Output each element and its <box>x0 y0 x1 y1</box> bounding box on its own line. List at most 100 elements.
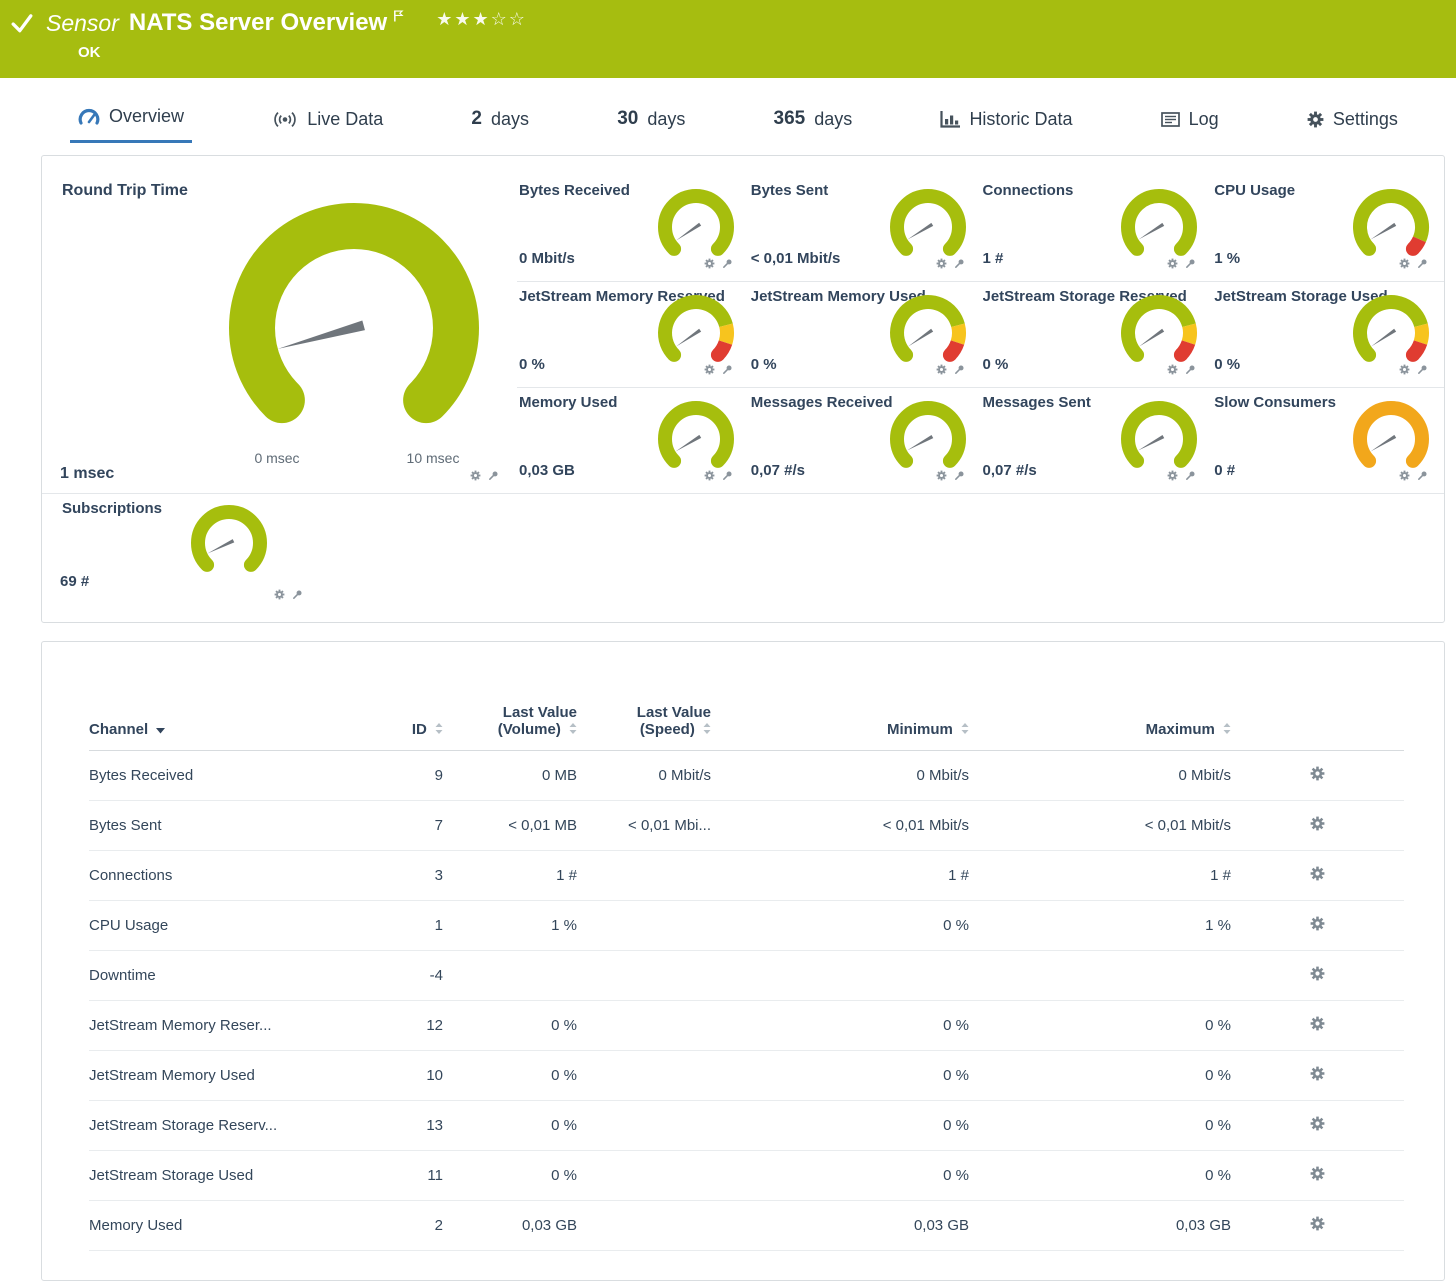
channel-settings-gear-icon[interactable] <box>1310 1166 1325 1181</box>
tab-historic-data[interactable]: Historic Data <box>932 109 1080 143</box>
gauge-pin-icon[interactable] <box>1185 258 1196 269</box>
star-filled-icon[interactable]: ★ <box>473 9 491 29</box>
gauge-pin-icon[interactable] <box>1417 258 1428 269</box>
gauge-jetstream-storage-used: JetStream Storage Used0 % <box>1212 282 1444 388</box>
gauge-pin-icon[interactable] <box>292 589 303 600</box>
gauge-pin-icon[interactable] <box>722 364 733 375</box>
gauge-pin-icon[interactable] <box>488 470 499 481</box>
cell-id: 11 <box>381 1151 443 1201</box>
column-header-lvv[interactable]: Last Value(Volume) <box>443 698 577 751</box>
cell-channel[interactable]: JetStream Storage Used <box>89 1151 381 1201</box>
gauge-value: 0,07 #/s <box>983 462 1037 479</box>
gauge-pin-icon[interactable] <box>1417 364 1428 375</box>
channel-settings-gear-icon[interactable] <box>1310 1066 1325 1081</box>
gauge-pin-icon[interactable] <box>954 364 965 375</box>
gauge-settings-gear-icon[interactable] <box>936 258 947 269</box>
page-title: NATS Server Overview <box>129 9 387 37</box>
gauge-settings-gear-icon[interactable] <box>1399 258 1410 269</box>
cell-id: 10 <box>381 1051 443 1101</box>
gauge-settings-gear-icon[interactable] <box>1399 364 1410 375</box>
gauge-pin-icon[interactable] <box>954 258 965 269</box>
star-filled-icon[interactable]: ★ <box>436 9 454 29</box>
cell-channel[interactable]: Downtime <box>89 951 381 1001</box>
gauge-jetstream-storage-reserved: JetStream Storage Reserved0 % <box>981 282 1213 388</box>
tab-bar: OverviewLive Data2days30days365daysHisto… <box>70 106 1406 143</box>
cell-id: 9 <box>381 751 443 801</box>
gauge-settings-gear-icon[interactable] <box>704 364 715 375</box>
channel-settings-gear-icon[interactable] <box>1310 816 1325 831</box>
column-header-lvs[interactable]: Last Value(Speed) <box>577 698 711 751</box>
tab-log[interactable]: Log <box>1153 109 1227 143</box>
gauge-pin-icon[interactable] <box>722 470 733 481</box>
gauge-pin-icon[interactable] <box>1185 364 1196 375</box>
channel-settings-gear-icon[interactable] <box>1310 1216 1325 1231</box>
channel-settings-gear-icon[interactable] <box>1310 1116 1325 1131</box>
gauge-settings-gear-icon[interactable] <box>704 258 715 269</box>
star-filled-icon[interactable]: ★ <box>454 9 472 29</box>
channel-settings-gear-icon[interactable] <box>1310 916 1325 931</box>
gauge-value: 0 # <box>1214 462 1235 479</box>
tab-30-days[interactable]: 30days <box>609 108 693 143</box>
gauge-settings-gear-icon[interactable] <box>936 470 947 481</box>
table-header-row: Channel ID Last Value(Volume) Last Value… <box>89 698 1404 751</box>
gauge-slow-consumers: Slow Consumers0 # <box>1212 388 1444 494</box>
gauge-settings-gear-icon[interactable] <box>1167 258 1178 269</box>
tab-overview[interactable]: Overview <box>70 106 192 143</box>
cell-last-value-speed <box>577 1151 711 1201</box>
cell-channel[interactable]: JetStream Storage Reserv... <box>89 1101 381 1151</box>
gauge-settings-gear-icon[interactable] <box>1167 364 1178 375</box>
cell-last-value-volume: 0 % <box>443 1001 577 1051</box>
cell-minimum <box>711 951 969 1001</box>
gauge-pin-icon[interactable] <box>1417 470 1428 481</box>
gauge-settings-gear-icon[interactable] <box>1167 470 1178 481</box>
channel-settings-gear-icon[interactable] <box>1310 766 1325 781</box>
cell-last-value-speed <box>577 1051 711 1101</box>
column-header-min[interactable]: Minimum <box>711 698 969 751</box>
gauge-subscriptions: Subscriptions 69 # <box>42 494 517 616</box>
channel-settings-gear-icon[interactable] <box>1310 866 1325 881</box>
column-header-channel[interactable]: Channel <box>89 698 381 751</box>
cell-channel[interactable]: Memory Used <box>89 1201 381 1251</box>
gauge-settings-gear-icon[interactable] <box>274 589 285 600</box>
star-empty-icon[interactable]: ☆ <box>491 9 509 29</box>
gauges-panel: Round Trip Time 0 msec 10 msec 1 msec By… <box>41 155 1445 623</box>
table-row: JetStream Storage Reserv...130 %0 %0 % <box>89 1101 1404 1151</box>
gauge-settings-gear-icon[interactable] <box>470 470 481 481</box>
channel-settings-gear-icon[interactable] <box>1310 1016 1325 1031</box>
cell-minimum: < 0,01 Mbit/s <box>711 801 969 851</box>
cell-last-value-volume: 0 MB <box>443 751 577 801</box>
gauge-settings-gear-icon[interactable] <box>704 470 715 481</box>
gauge-icon <box>78 108 100 125</box>
tab-2-days[interactable]: 2days <box>463 108 537 143</box>
tab-settings[interactable]: Settings <box>1299 109 1406 143</box>
status-ok-check-icon <box>8 10 36 36</box>
cell-channel[interactable]: CPU Usage <box>89 901 381 951</box>
gauge-pin-icon[interactable] <box>722 258 733 269</box>
tab-number: 365 <box>774 108 806 130</box>
gauge-connections: Connections1 # <box>981 176 1213 282</box>
gauge-settings-gear-icon[interactable] <box>936 364 947 375</box>
column-header-max[interactable]: Maximum <box>969 698 1231 751</box>
tab-label: days <box>647 109 685 130</box>
cell-channel[interactable]: Connections <box>89 851 381 901</box>
cell-channel[interactable]: Bytes Sent <box>89 801 381 851</box>
table-row: CPU Usage11 %0 %1 % <box>89 901 1404 951</box>
column-header-id[interactable]: ID <box>381 698 443 751</box>
star-empty-icon[interactable]: ☆ <box>509 9 527 29</box>
gauge-value: < 0,01 Mbit/s <box>751 250 841 267</box>
gauge-pin-icon[interactable] <box>1185 470 1196 481</box>
gauge-settings-gear-icon[interactable] <box>1399 470 1410 481</box>
gauge-title: Subscriptions <box>62 500 513 517</box>
cell-last-value-speed <box>577 851 711 901</box>
cell-channel[interactable]: JetStream Memory Reser... <box>89 1001 381 1051</box>
cell-id: 1 <box>381 901 443 951</box>
channel-settings-gear-icon[interactable] <box>1310 966 1325 981</box>
table-row: JetStream Storage Used110 %0 %0 % <box>89 1151 1404 1201</box>
tab-365-days[interactable]: 365days <box>766 108 861 143</box>
gauge-pin-icon[interactable] <box>954 470 965 481</box>
tab-live-data[interactable]: Live Data <box>264 109 391 143</box>
cell-maximum <box>969 951 1231 1001</box>
flag-icon[interactable] <box>393 9 404 23</box>
cell-channel[interactable]: JetStream Memory Used <box>89 1051 381 1101</box>
cell-channel[interactable]: Bytes Received <box>89 751 381 801</box>
